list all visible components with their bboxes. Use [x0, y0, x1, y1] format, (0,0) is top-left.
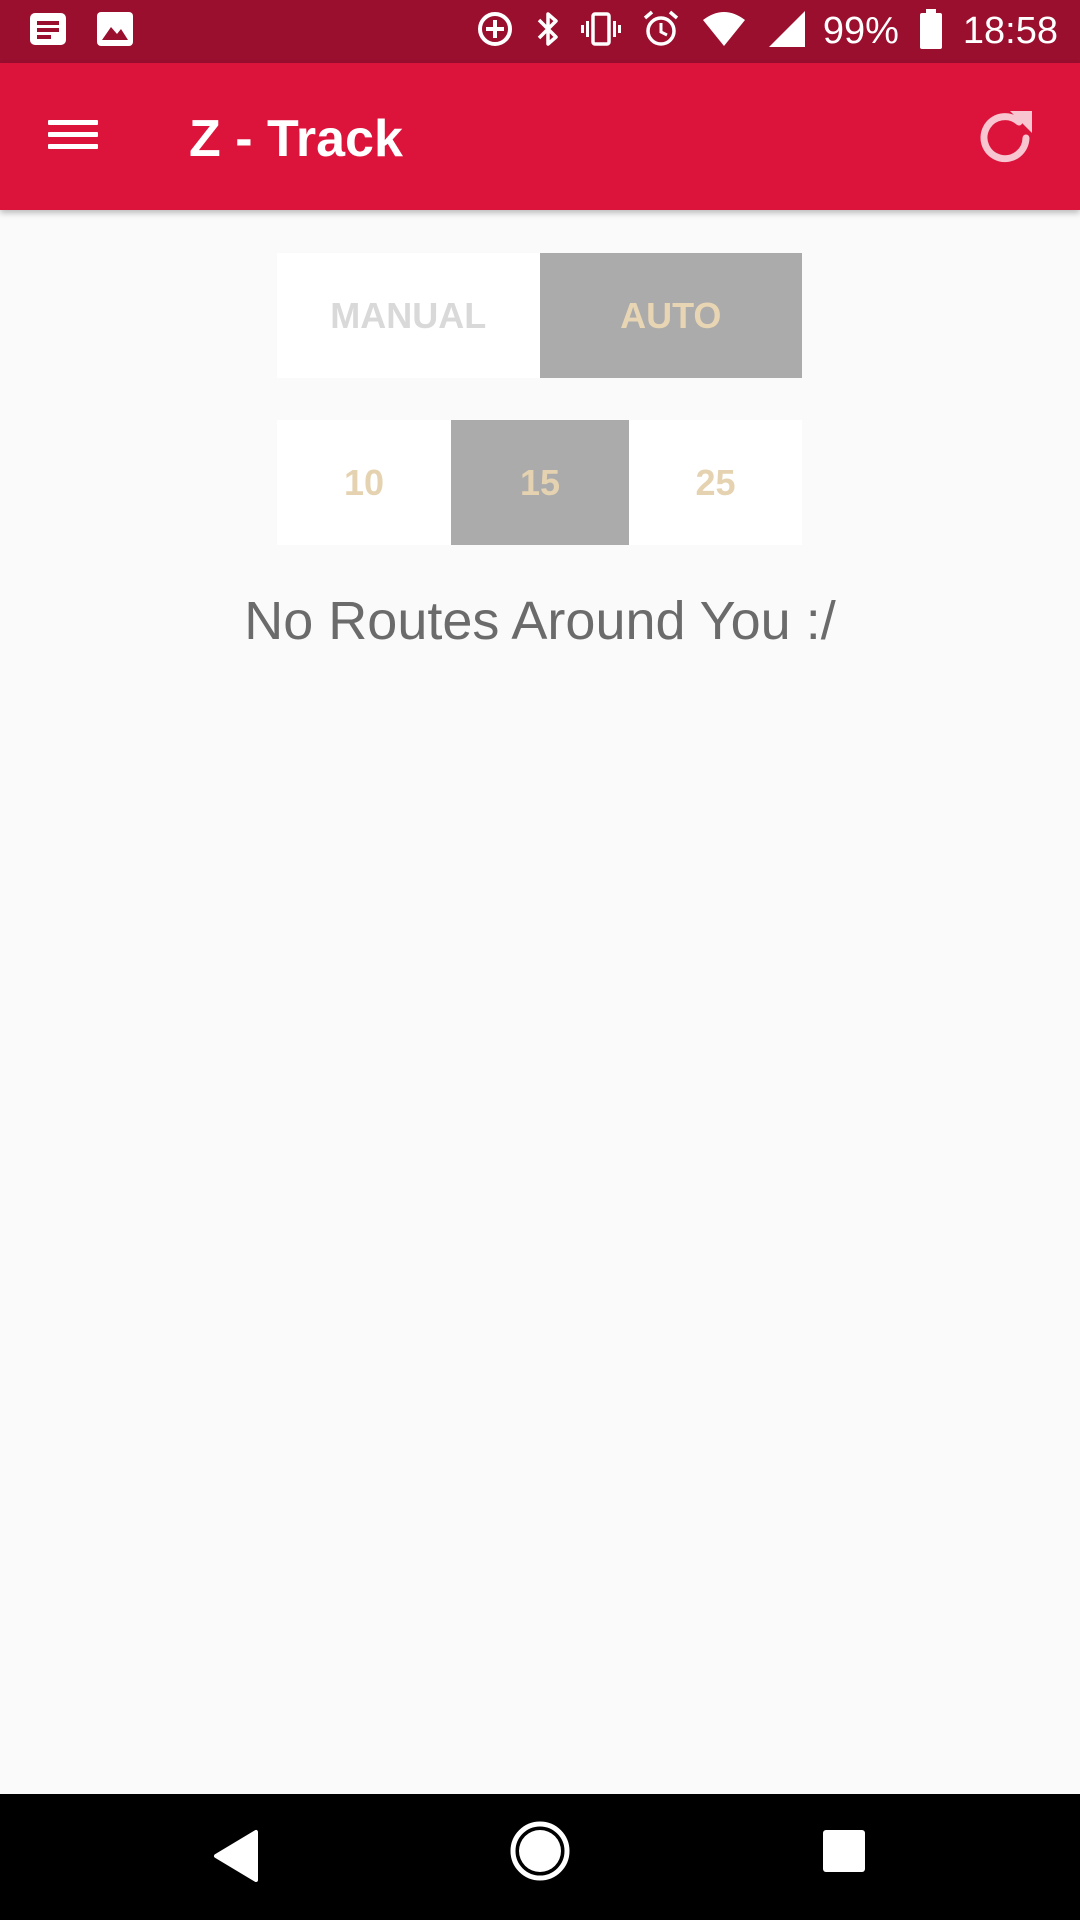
- back-icon[interactable]: [212, 1828, 262, 1884]
- signal-icon: [767, 9, 807, 54]
- bluetooth-icon: [535, 9, 561, 54]
- refresh-icon[interactable]: [970, 103, 1040, 173]
- distance-option-15[interactable]: 15: [451, 420, 629, 545]
- screen: 99% 18:58 Z - Track MANUAL AUTO 10 15 25…: [0, 0, 1080, 1920]
- empty-state-message: No Routes Around You :/: [244, 591, 836, 651]
- alarm-icon: [641, 9, 681, 54]
- status-bar-right: 99% 18:58: [455, 9, 1058, 54]
- status-bar: 99% 18:58: [0, 0, 1080, 63]
- data-saver-icon: [475, 9, 515, 54]
- recents-icon[interactable]: [823, 1830, 865, 1872]
- image-icon: [96, 11, 134, 52]
- battery-percent: 99%: [822, 10, 899, 52]
- distance-option-25[interactable]: 25: [629, 420, 802, 545]
- wifi-icon: [701, 10, 747, 53]
- battery-icon: [919, 9, 943, 54]
- notification-message-icon: [28, 11, 68, 52]
- home-icon[interactable]: [509, 1820, 571, 1882]
- navigation-bar: [0, 1794, 1080, 1920]
- distance-selector: 10 15 25: [277, 420, 802, 545]
- status-time: 18:58: [962, 10, 1058, 52]
- mode-option-manual[interactable]: MANUAL: [277, 253, 540, 378]
- mode-option-auto[interactable]: AUTO: [539, 253, 802, 378]
- vibrate-icon: [580, 9, 621, 54]
- app-bar: Z - Track: [0, 63, 1080, 210]
- distance-option-10[interactable]: 10: [277, 420, 451, 545]
- app-title: Z - Track: [189, 110, 403, 168]
- status-bar-left: [28, 11, 162, 52]
- mode-selector: MANUAL AUTO: [277, 253, 802, 378]
- hamburger-menu-icon[interactable]: [46, 113, 100, 159]
